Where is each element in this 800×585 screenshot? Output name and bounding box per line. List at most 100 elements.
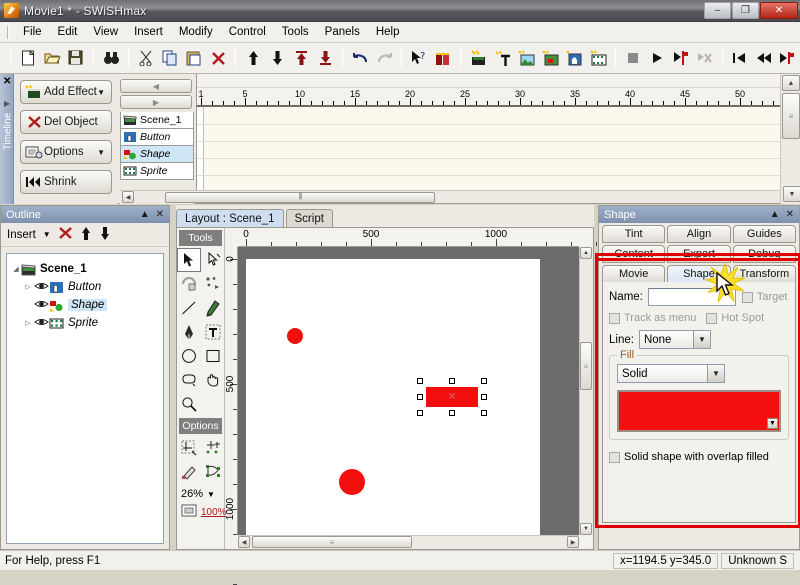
canvas-vscroll-thumb[interactable]: ≡: [580, 342, 592, 390]
selection-handle[interactable]: [449, 378, 455, 384]
timeline-scroll-next-button[interactable]: ▶: [120, 95, 192, 109]
twisty-icon[interactable]: ▷: [23, 319, 33, 327]
selection-handle[interactable]: [481, 394, 487, 400]
open-folder-icon[interactable]: [40, 47, 64, 70]
outline-close-icon[interactable]: ✕: [156, 209, 164, 220]
timeline-scroll-up-button[interactable]: ▲: [782, 75, 800, 91]
tab-tint[interactable]: Tint: [602, 225, 666, 243]
menu-modify[interactable]: Modify: [171, 24, 221, 40]
horizontal-ruler[interactable]: 0 500 1000: [238, 228, 597, 247]
insert-image-icon[interactable]: [514, 47, 538, 70]
menu-file[interactable]: File: [15, 24, 50, 40]
canvas-scroll-left-button[interactable]: ◀: [238, 536, 250, 548]
fill-type-dropdown[interactable]: Solid ▼: [617, 364, 725, 383]
visibility-eye-icon[interactable]: [33, 317, 49, 330]
delete-x-icon[interactable]: [58, 226, 73, 243]
chevron-down-icon[interactable]: ▼: [207, 490, 215, 499]
tab-layout-scene1[interactable]: Layout : Scene_1: [176, 209, 284, 227]
timeline-scroll-left-button[interactable]: ◀: [122, 191, 134, 203]
timeline-playhead-column[interactable]: [197, 107, 204, 190]
first-frame-icon[interactable]: [728, 47, 752, 70]
canvas-horizontal-scrollbar[interactable]: ◀ ≡ ▶: [238, 535, 579, 549]
selection-handle[interactable]: [481, 410, 487, 416]
find-binoculars-icon[interactable]: [99, 47, 123, 70]
menu-tools[interactable]: Tools: [274, 24, 317, 40]
timeline-layer-scene1[interactable]: Scene_1: [120, 112, 194, 129]
timeline-grid[interactable]: [196, 105, 780, 190]
options-button[interactable]: Options ▼: [20, 140, 112, 164]
stage-viewport[interactable]: ✕: [238, 247, 579, 535]
close-button[interactable]: ✕: [760, 2, 798, 19]
options-caret-icon[interactable]: ▼: [97, 148, 105, 157]
context-help-icon[interactable]: ?: [407, 47, 431, 70]
transform-option-icon[interactable]: [201, 436, 225, 460]
outline-tree[interactable]: ◢ Scene_1 ▷ Button Shape ▷ Sprite: [6, 253, 164, 544]
outline-node-sprite[interactable]: ▷ Sprite: [11, 314, 159, 332]
timeline-ruler[interactable]: 1 5 10 15 20 25 30 35 40 45 50: [196, 74, 780, 105]
add-effect-button[interactable]: Add Effect ▼: [20, 80, 112, 104]
copy-icon[interactable]: [158, 47, 182, 70]
solid-overlap-checkbox[interactable]: [609, 451, 620, 463]
name-input[interactable]: [647, 288, 736, 306]
new-file-icon[interactable]: [16, 47, 40, 70]
red-circle-small[interactable]: [287, 328, 303, 344]
delete-x-icon[interactable]: [206, 47, 230, 70]
selection-handle[interactable]: [449, 410, 455, 416]
crop-option-icon[interactable]: [177, 436, 201, 460]
play-icon[interactable]: [645, 47, 669, 70]
anchor-option-icon[interactable]: [201, 460, 225, 484]
shrink-button[interactable]: Shrink: [20, 170, 112, 194]
target-checkbox[interactable]: [741, 291, 753, 303]
shape-panel-close-icon[interactable]: ✕: [786, 209, 794, 220]
subselect-tool-icon[interactable]: [201, 248, 225, 272]
ellipse-tool-icon[interactable]: [177, 344, 201, 368]
text-tool-icon[interactable]: [201, 320, 225, 344]
timeline-vertical-tab[interactable]: Timeline: [0, 74, 14, 204]
maximize-button[interactable]: ❐: [732, 2, 759, 19]
track-as-menu-checkbox[interactable]: [609, 312, 620, 324]
timeline-close-icon[interactable]: ✕: [3, 76, 11, 87]
minimize-button[interactable]: –: [704, 2, 731, 19]
book-icon[interactable]: [431, 47, 455, 70]
timeline-scroll-down-button[interactable]: ▼: [783, 186, 800, 202]
canvas-scroll-down-button[interactable]: ▼: [580, 523, 592, 535]
play-frame-icon[interactable]: [776, 47, 800, 70]
tab-guides[interactable]: Guides: [732, 225, 796, 243]
tab-movie[interactable]: Movie: [602, 265, 666, 283]
line-tool-icon[interactable]: [177, 296, 201, 320]
chevron-down-icon[interactable]: ▼: [43, 230, 51, 239]
del-object-button[interactable]: Del Object: [20, 110, 112, 134]
timeline-layer-shape[interactable]: Shape: [120, 146, 194, 163]
fit-to-window-icon[interactable]: [181, 504, 197, 520]
menu-help[interactable]: Help: [368, 24, 408, 40]
visibility-eye-icon[interactable]: [33, 281, 49, 294]
pencil-tool-icon[interactable]: [201, 296, 225, 320]
cut-scissors-icon[interactable]: [134, 47, 158, 70]
selection-handle[interactable]: [417, 394, 423, 400]
tab-align[interactable]: Align: [667, 225, 731, 243]
canvas-scroll-right-button[interactable]: ▶: [567, 536, 579, 548]
play-from-start-icon[interactable]: [669, 47, 693, 70]
prev-frame-icon[interactable]: [752, 47, 776, 70]
insert-menu-label[interactable]: Insert: [7, 229, 36, 241]
chevron-down-icon[interactable]: ▼: [707, 365, 724, 382]
insert-text-icon[interactable]: [490, 47, 514, 70]
outline-collapse-icon[interactable]: ▲: [140, 209, 150, 220]
zoom-level-control[interactable]: 26% ▼: [177, 484, 224, 504]
line-style-dropdown[interactable]: None ▼: [638, 330, 711, 349]
erase-option-icon[interactable]: [177, 460, 201, 484]
insert-sprite-icon[interactable]: [562, 47, 586, 70]
timeline-horizontal-scrollbar[interactable]: ◀: [120, 190, 780, 203]
move-down-icon[interactable]: [99, 226, 111, 244]
rounded-rect-tool-icon[interactable]: [177, 368, 201, 392]
select-tool-icon[interactable]: [177, 248, 201, 272]
timeline-hscroll-thumb[interactable]: [165, 191, 435, 203]
menu-view[interactable]: View: [85, 24, 126, 40]
paste-icon[interactable]: [182, 47, 206, 70]
move-to-top-icon[interactable]: [289, 47, 313, 70]
move-up-icon[interactable]: [80, 226, 92, 244]
red-circle-large[interactable]: [339, 469, 365, 495]
swatch-dropdown-icon[interactable]: ▼: [767, 418, 778, 429]
move-down-icon[interactable]: [265, 47, 289, 70]
zoom-tool-icon[interactable]: [177, 392, 201, 416]
